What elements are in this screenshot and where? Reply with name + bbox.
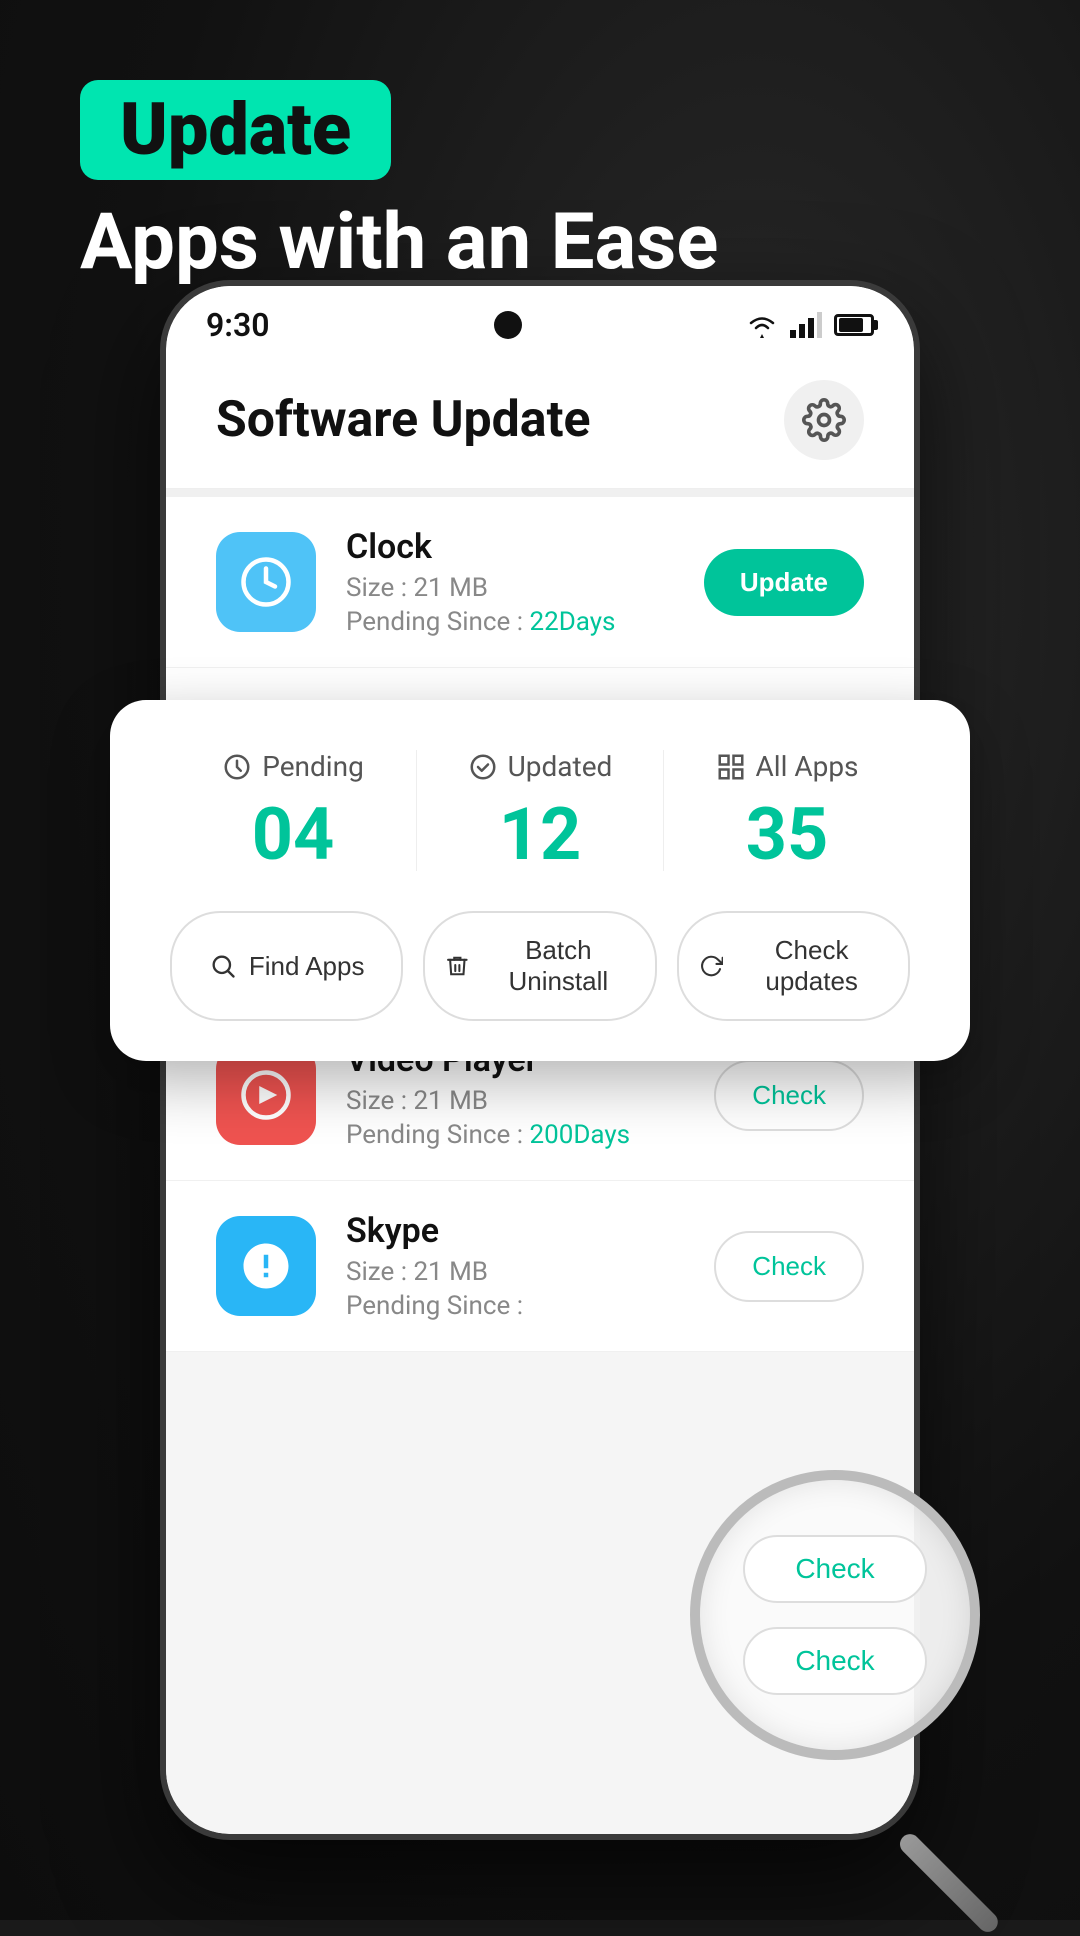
stats-row: Pending 04 Updated 12 (170, 750, 910, 871)
battery-icon (834, 314, 874, 336)
app-pending: Pending Since : 200Days (346, 1120, 684, 1150)
hero-section: Update Apps with an Ease (80, 80, 718, 286)
status-time: 9:30 (206, 306, 270, 344)
hero-badge-text: Update (120, 87, 351, 172)
clock-stat-icon (222, 752, 252, 782)
clock-icon (239, 555, 293, 609)
gear-icon (802, 398, 846, 442)
app-size: Size : 21 MB (346, 573, 674, 603)
update-button-clock[interactable]: Update (704, 549, 864, 616)
search-icon (209, 952, 237, 980)
skype-icon (239, 1239, 293, 1293)
hero-badge: Update (80, 80, 391, 180)
stat-pending: Pending 04 (170, 750, 417, 871)
check-stat-icon (468, 752, 498, 782)
signal-icon (790, 312, 822, 338)
check-button-video[interactable]: Check (714, 1060, 864, 1131)
app-size: Size : 21 MB (346, 1086, 684, 1116)
settings-button[interactable] (784, 380, 864, 460)
all-apps-count: 35 (664, 799, 910, 871)
app-name: Skype (346, 1211, 684, 1251)
app-title: Software Update (216, 391, 591, 449)
pending-count: 04 (170, 799, 416, 871)
stat-all-apps: All Apps 35 (664, 750, 910, 871)
check-button-skype[interactable]: Check (714, 1231, 864, 1302)
app-name: Clock (346, 527, 674, 567)
app-pending: Pending Since : (346, 1291, 684, 1321)
hero-subtitle: Apps with an Ease (80, 200, 718, 286)
all-apps-label: All Apps (664, 750, 910, 783)
app-size: Size : 21 MB (346, 1257, 684, 1287)
check-updates-button[interactable]: Check updates (677, 911, 910, 1021)
play-icon (239, 1068, 293, 1122)
status-icons (746, 312, 874, 338)
list-item: Clock Size : 21 MB Pending Since : 22Day… (166, 497, 914, 668)
status-bar: 9:30 (166, 286, 914, 356)
updated-count: 12 (417, 799, 663, 871)
divider (166, 489, 914, 497)
batch-uninstall-button[interactable]: Batch Uninstall (423, 911, 656, 1021)
updated-label: Updated (417, 750, 663, 783)
app-pending: Pending Since : 22Days (346, 607, 674, 637)
app-info-skype: Skype Size : 21 MB Pending Since : (346, 1211, 684, 1321)
apps-list-container: Clock Size : 21 MB Pending Since : 22Day… (166, 497, 914, 1834)
app-icon-skype (216, 1216, 316, 1316)
app-header: Software Update (166, 356, 914, 489)
stats-card: Pending 04 Updated 12 (110, 700, 970, 1061)
grid-stat-icon (716, 752, 746, 782)
app-icon-clock (216, 532, 316, 632)
refresh-icon (699, 952, 724, 980)
pending-label: Pending (170, 750, 416, 783)
trash-icon (445, 952, 470, 980)
wifi-icon (746, 312, 778, 338)
list-item: Skype Size : 21 MB Pending Since : Check (166, 1181, 914, 1352)
stat-updated: Updated 12 (417, 750, 664, 871)
action-buttons: Find Apps Batch Uninstall Check updates (170, 911, 910, 1021)
app-info-clock: Clock Size : 21 MB Pending Since : 22Day… (346, 527, 674, 637)
camera-notch (494, 311, 522, 339)
find-apps-button[interactable]: Find Apps (170, 911, 403, 1021)
